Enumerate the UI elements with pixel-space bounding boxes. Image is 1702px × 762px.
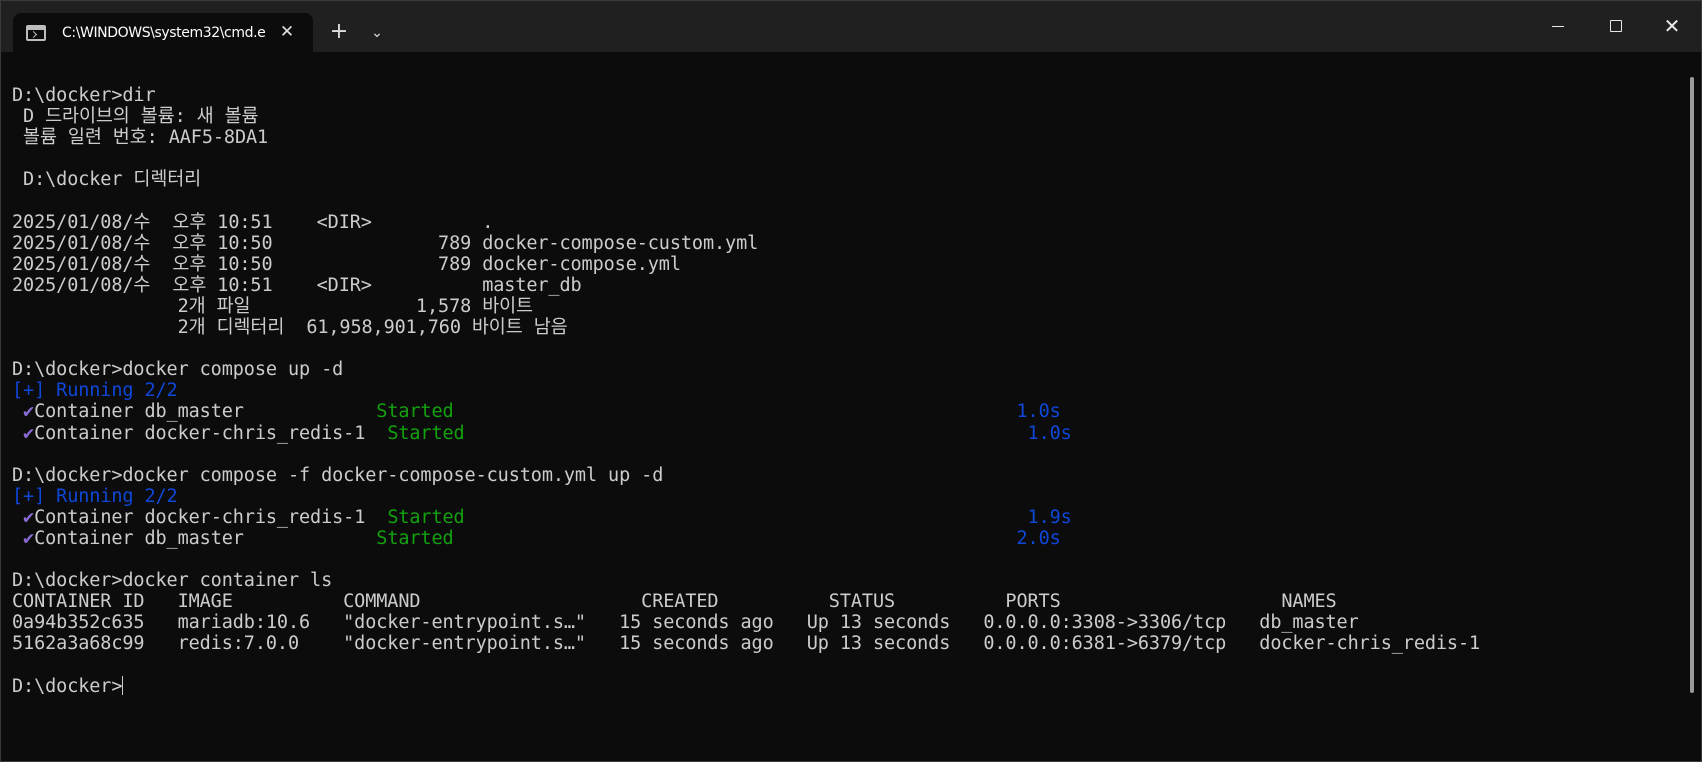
console-line: D:\docker 디렉터리 <box>12 169 1682 190</box>
console-text: 2개 디렉터리 61,958,901,760 바이트 남음 <box>12 317 568 339</box>
console-line: D:\docker>docker container ls <box>12 570 1682 591</box>
console-text: 2025/01/08/수 오후 10:50 789 docker-compose… <box>12 232 759 254</box>
console-line: D:\docker>docker compose up -d <box>12 359 1682 380</box>
console-text: Started <box>387 506 465 528</box>
console-line: 2개 파일 1,578 바이트 <box>12 296 1682 317</box>
console-line: ✔Container db_master Started 1.0s <box>12 401 1682 422</box>
console-line: [+] Running 2/2 <box>12 486 1682 507</box>
console-text: 2.0s <box>1016 527 1061 549</box>
console-text: Container db_master <box>34 401 377 423</box>
close-icon: ✕ <box>1663 14 1681 38</box>
console-text: D:\docker>docker container ls <box>12 570 333 592</box>
console-text: Container docker-chris_redis-1 <box>34 506 388 528</box>
console-text: Started <box>387 422 465 444</box>
console-text: Started <box>376 527 454 549</box>
console-text: 2025/01/08/수 오후 10:51 <DIR> master_db <box>12 274 582 296</box>
console-text: D:\docker 디렉터리 <box>12 169 202 191</box>
scrollbar[interactable] <box>1690 77 1694 693</box>
console-text: D:\docker> <box>12 675 123 697</box>
console-line: 2025/01/08/수 오후 10:51 <DIR> master_db <box>12 275 1682 296</box>
console-line: 볼륨 일련 번호: AAF5-8DA1 <box>12 127 1682 148</box>
console-text: Container db_master <box>34 527 377 549</box>
text-cursor <box>122 675 124 695</box>
console-text: D 드라이브의 볼륨: 새 볼륨 <box>12 106 259 128</box>
console-line: CONTAINER ID IMAGE COMMAND CREATED STATU… <box>12 591 1682 612</box>
console-text: 1.0s <box>1016 401 1061 423</box>
console-line: ✔Container docker-chris_redis-1 Started … <box>12 507 1682 528</box>
checkmark-icon: ✔ <box>23 422 35 444</box>
tab-cmd[interactable]: C:\WINDOWS\system32\cmd.exe ✕ <box>13 13 313 52</box>
console-line: [+] Running 2/2 <box>12 380 1682 401</box>
terminal-icon <box>26 24 46 41</box>
console-text: 1.9s <box>1027 506 1072 528</box>
console-line: D:\docker> <box>12 675 1682 697</box>
console-text: D:\docker>docker compose -f docker-compo… <box>12 464 664 486</box>
checkmark-icon: ✔ <box>23 506 35 528</box>
console-line: D:\docker>dir <box>12 85 1682 106</box>
console-line: ✔Container docker-chris_redis-1 Started … <box>12 423 1682 444</box>
console-output[interactable]: D:\docker>dir D 드라이브의 볼륨: 새 볼륨 볼륨 일련 번호:… <box>12 85 1682 755</box>
terminal-window: C:\WINDOWS\system32\cmd.exe ✕ + ⌄ ✕ D:\d… <box>0 0 1702 762</box>
tab-close-button[interactable]: ✕ <box>277 22 297 42</box>
tab-dropdown-button[interactable]: ⌄ <box>363 17 391 49</box>
console-text: Started <box>376 401 454 423</box>
console-text: [+] Running 2/2 <box>12 380 178 402</box>
console-text: CONTAINER ID IMAGE COMMAND CREATED STATU… <box>12 591 1337 613</box>
console-line: D:\docker>docker compose -f docker-compo… <box>12 465 1682 486</box>
console-text: D:\docker>docker compose up -d <box>12 359 344 381</box>
console-line: 2025/01/08/수 오후 10:50 789 docker-compose… <box>12 254 1682 275</box>
tab-title: C:\WINDOWS\system32\cmd.exe <box>62 24 266 41</box>
console-text: 볼륨 일련 번호: AAF5-8DA1 <box>12 127 269 149</box>
console-text: 2025/01/08/수 오후 10:51 <DIR> . <box>12 211 494 233</box>
close-button[interactable]: ✕ <box>1643 1 1701 52</box>
console-text: 1.0s <box>1027 422 1072 444</box>
console-line: 5162a3a68c99 redis:7.0.0 "docker-entrypo… <box>12 633 1682 654</box>
title-bar[interactable]: C:\WINDOWS\system32\cmd.exe ✕ + ⌄ ✕ <box>1 1 1701 52</box>
checkmark-icon: ✔ <box>23 401 35 423</box>
console-text: 2개 파일 1,578 바이트 <box>12 295 534 317</box>
checkmark-icon: ✔ <box>23 527 35 549</box>
new-tab-button[interactable]: + <box>323 17 355 49</box>
console-text: [+] Running 2/2 <box>12 485 178 507</box>
console-line: 2개 디렉터리 61,958,901,760 바이트 남음 <box>12 317 1682 338</box>
console-text: 0a94b352c635 mariadb:10.6 "docker-entryp… <box>12 612 1359 634</box>
console-line: ✔Container db_master Started 2.0s <box>12 528 1682 549</box>
maximize-button[interactable] <box>1587 1 1645 52</box>
console-text: 5162a3a68c99 redis:7.0.0 "docker-entrypo… <box>12 633 1481 655</box>
console-line: 2025/01/08/수 오후 10:50 789 docker-compose… <box>12 233 1682 254</box>
console-line: D 드라이브의 볼륨: 새 볼륨 <box>12 106 1682 127</box>
console-text: D:\docker>dir <box>12 85 156 106</box>
console-text: Container docker-chris_redis-1 <box>34 422 388 444</box>
minimize-button[interactable] <box>1529 1 1587 52</box>
console-line: 2025/01/08/수 오후 10:51 <DIR> . <box>12 212 1682 233</box>
minimize-icon <box>1552 26 1564 27</box>
console-line: 0a94b352c635 mariadb:10.6 "docker-entryp… <box>12 612 1682 633</box>
console-text: 2025/01/08/수 오후 10:50 789 docker-compose… <box>12 253 681 275</box>
maximize-icon <box>1610 20 1622 32</box>
